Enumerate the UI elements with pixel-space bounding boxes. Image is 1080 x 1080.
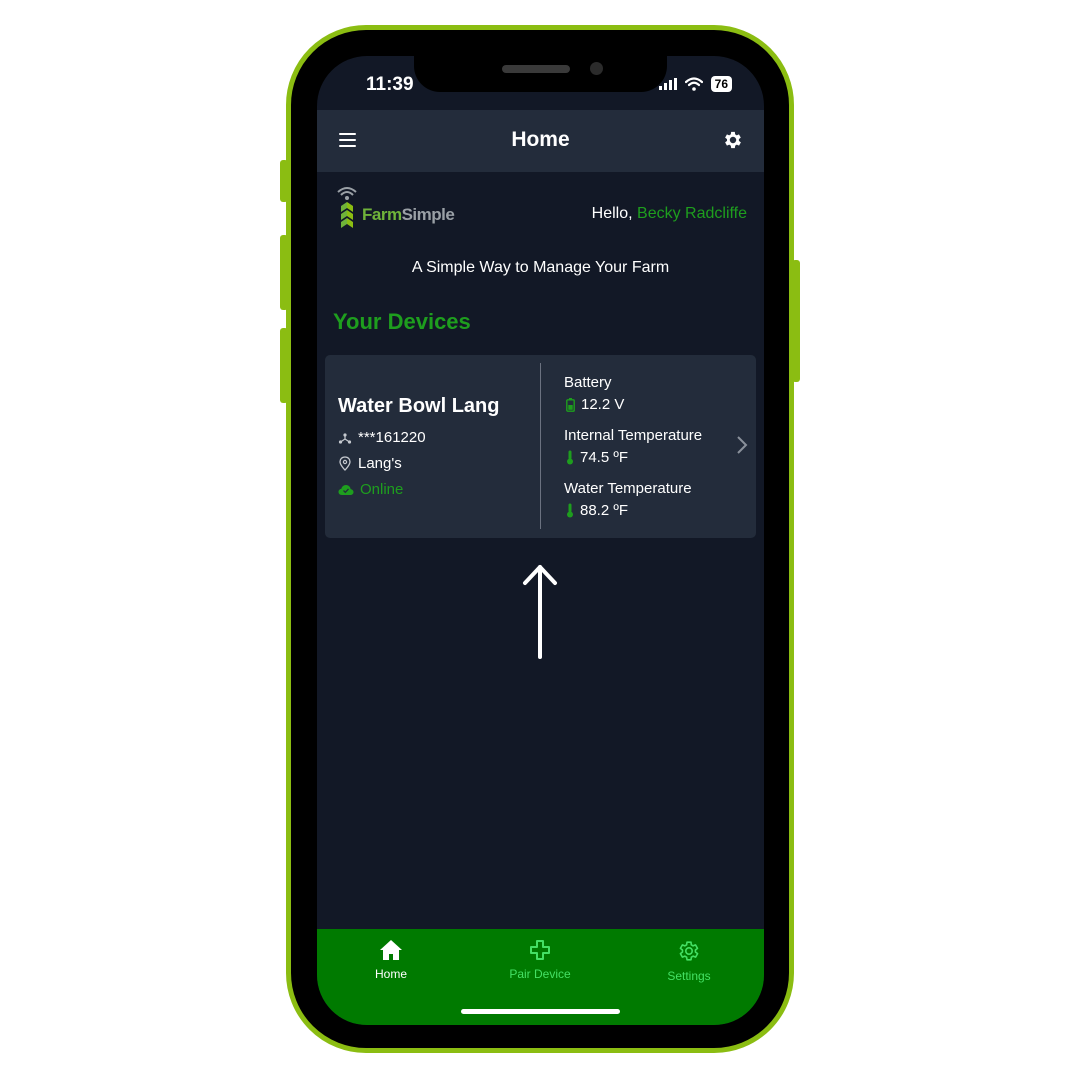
device-location-row: Lang's	[338, 455, 402, 472]
device-card[interactable]: Water Bowl Lang ***161220 Lang's Online	[325, 355, 756, 538]
speaker	[502, 65, 570, 73]
nav-label-settings: Settings	[667, 969, 711, 983]
metric-water-temp-label: Water Temperature	[564, 480, 692, 497]
nav-item-settings[interactable]: Settings	[634, 939, 744, 983]
cloud-online-icon	[338, 484, 354, 495]
chevron-right-icon[interactable]	[736, 435, 748, 455]
battery-status-badge: 76	[710, 76, 732, 92]
nav-label-home: Home	[374, 967, 407, 981]
status-icons: 76	[658, 76, 732, 92]
device-id: ***161220	[358, 429, 426, 446]
plus-icon	[530, 940, 550, 960]
metric-internal-temp-value: 74.5 ºF	[580, 449, 629, 466]
metric-internal-temp-value-row: 74.5 ºF	[566, 449, 628, 466]
metric-battery-label: Battery	[564, 374, 612, 391]
wheat-wifi-logo-icon	[337, 187, 357, 228]
nav-item-pair-device[interactable]: Pair Device	[485, 939, 595, 981]
logo-word-farm: Farm	[362, 205, 402, 224]
metric-battery-value-row: 12.2 V	[566, 396, 624, 413]
device-location: Lang's	[358, 455, 402, 472]
card-divider	[540, 363, 541, 529]
settings-gear-icon[interactable]	[722, 129, 744, 151]
home-icon	[380, 940, 402, 960]
section-title-your-devices: Your Devices	[333, 309, 471, 334]
location-pin-icon	[339, 456, 351, 471]
nav-item-home[interactable]: Home	[336, 939, 446, 981]
metric-water-temp-value: 88.2 ºF	[580, 502, 629, 519]
logo-word-simple: Simple	[401, 205, 455, 224]
metric-battery-value: 12.2 V	[581, 396, 625, 413]
user-name: Becky Radcliffe	[637, 205, 747, 222]
logo-wordmark: FarmSimple	[362, 205, 455, 225]
notch	[414, 56, 667, 92]
metric-water-temp-value-row: 88.2 ºF	[566, 502, 628, 519]
farmsimple-logo: FarmSimple	[335, 184, 455, 230]
nav-label-pair-device: Pair Device	[509, 967, 571, 981]
page-title: Home	[511, 128, 570, 151]
device-status: Online	[360, 481, 404, 498]
greeting: Hello, Becky Radcliffe	[592, 205, 747, 223]
thermometer-icon	[567, 503, 573, 518]
tagline: A Simple Way to Manage Your Farm	[411, 259, 670, 276]
device-status-row: Online	[338, 481, 403, 498]
phone-screen: 11:39 76 Home FarmSimple Hello, Becky Ra…	[317, 56, 764, 1025]
front-camera	[590, 62, 603, 75]
up-arrow-icon	[523, 565, 557, 659]
device-id-row: ***161220	[338, 429, 426, 446]
network-icon	[338, 432, 352, 444]
home-indicator[interactable]	[461, 1009, 620, 1014]
thermometer-icon	[567, 450, 573, 465]
app-header: Home	[317, 110, 764, 172]
device-name: Water Bowl Lang	[338, 395, 500, 417]
greeting-prefix: Hello,	[591, 205, 638, 222]
wifi-icon	[684, 77, 703, 91]
status-time: 11:39	[366, 74, 414, 95]
gear-icon	[679, 941, 699, 961]
metric-internal-temp-label: Internal Temperature	[564, 427, 703, 444]
battery-icon	[566, 397, 575, 412]
